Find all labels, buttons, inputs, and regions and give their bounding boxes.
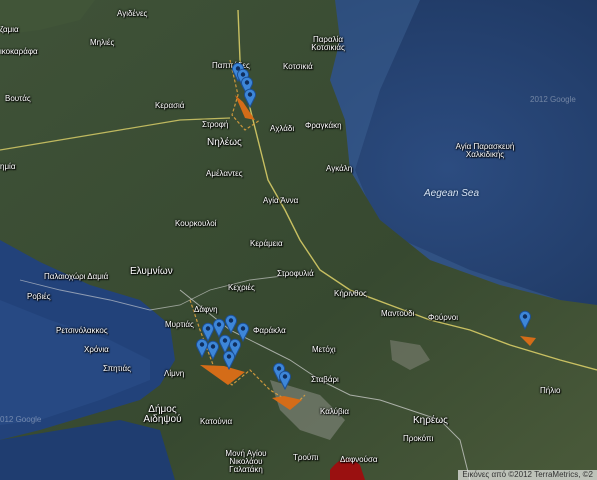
label-kalyvia: Καλύβια [320,407,350,416]
label-paralia-kotsikias: Παραλία Κοτσικιάς [311,35,345,52]
label-agia-paraskevi: Αγία Παρασκευή Χαλκιδικής [455,142,515,159]
map-marker-icon [279,370,291,390]
label-stavari: Σταβάρι [311,375,339,384]
label-strofylia: Στροφυλιά [277,269,314,278]
label-spitias: Σπητιάς [103,364,131,373]
label-voutas: Βουτάς [5,94,31,103]
label-chronia: Χρόνια [84,345,109,354]
label-limni: Λίμνη [164,369,185,378]
label-kerasia: Κερασιά [155,101,185,110]
label-rovies: Ροβιές [27,292,51,301]
label-kourkouloi: Κουρκουλοί [175,219,217,228]
label-simia: ημία [0,162,16,171]
label-prokopi: Προκόπι [403,434,434,443]
map-marker[interactable] [222,350,236,370]
label-kreos: Κηρέως [413,415,449,426]
label-fourni: Φούρνοι [428,313,458,322]
label-mileies: Μηλιές [90,38,115,47]
map-marker-icon [519,310,531,330]
label-dafni: Δάφνη [194,305,218,314]
label-agia-anna: Αγία Άννα [263,196,299,205]
label-krinthos: Κήρινθος [334,289,367,298]
label-keramia: Κεράμεια [250,239,283,248]
label-palaiochori-damia: Παλαιοχώρι Δαμιά [44,272,109,281]
label-agidenes: Αγιδένες [117,9,148,18]
label-tzamia: ζαμια [0,25,19,34]
label-myrtias: Μυρτιάς [165,320,194,329]
label-elymnion: Ελυμνίων [130,266,173,277]
label-troupi: Τρούπι [293,453,319,462]
map-imagery [0,0,597,480]
label-metochi: Μετόχι [312,345,336,354]
label-dimos-aidipsou: Δήμος Αιδηψού [143,404,182,425]
google-watermark-top: 2012 Google [530,95,576,104]
map-marker[interactable] [243,88,257,108]
label-aegean-sea: Aegean Sea [424,188,480,199]
label-kechries: Κεχριές [228,283,255,292]
map-marker[interactable] [278,370,292,390]
map-marker-icon [223,350,235,370]
label-agkali: Αγκάλη [326,164,353,173]
label-farakla: Φαράκλα [253,326,286,335]
map-marker[interactable] [518,310,532,330]
label-dafnousa: Δαφνούσα [340,455,378,464]
label-achladi: Αχλάδι [270,124,295,133]
google-watermark-bottom: 012 Google [0,415,42,424]
label-amelantes: Αμέλαντες [206,169,243,178]
label-retsinolakkos: Ρετσινόλακκος [56,326,108,335]
label-katounia: Κατούνια [200,417,233,426]
label-kotsikia: Κοτσικιά [283,62,313,71]
label-strofi: Στροφή [202,120,229,129]
label-moni-agiou: Μονή Αγίου Νικολάου Γαλατάκη [225,449,267,474]
map-attribution: Εικόνες από ©2012 TerraMetrics, ©2 [458,470,597,480]
label-pilio: Πήλιο [540,386,561,395]
label-fragkaki: Φραγκάκη [305,121,342,130]
map-marker-icon [244,88,256,108]
satellite-map[interactable]: Αγιδένες ζαμια Μηλιές ικοκαράφα Βουτάς Π… [0,0,597,480]
label-likokarpha: ικοκαράφα [0,47,38,56]
label-mantoudi: Μαντούδι [381,309,415,318]
label-nileos: Νηλέως [207,137,242,148]
